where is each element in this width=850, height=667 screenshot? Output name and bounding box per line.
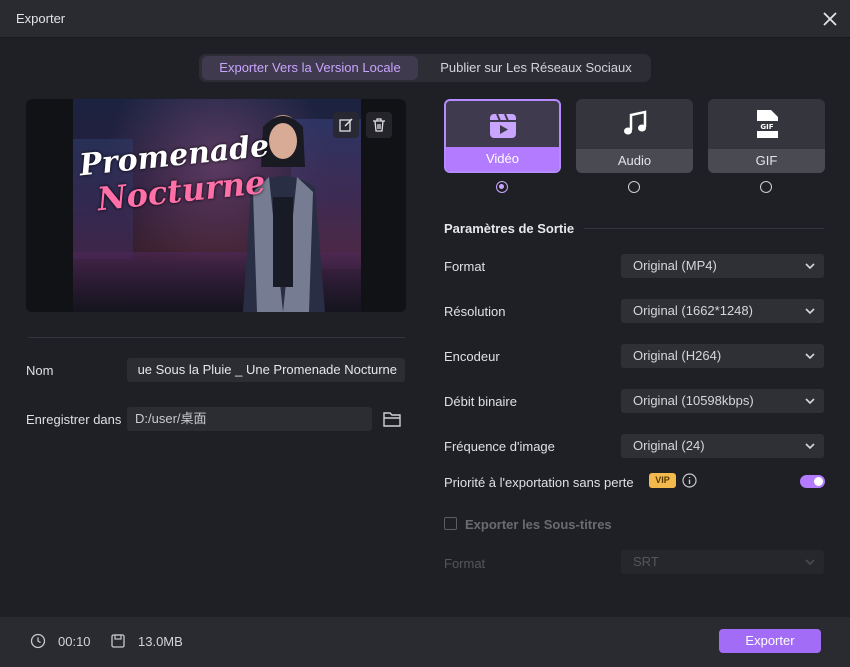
subtitle-format-value: SRT — [633, 554, 659, 569]
framerate-label: Fréquence d'image — [444, 439, 555, 454]
title-artwork: Promenade Nocturne — [78, 129, 271, 219]
tab-social-publish[interactable]: Publier sur Les Réseaux Sociaux — [425, 56, 647, 80]
lossless-priority-label: Priorité à l'exportation sans perte — [444, 475, 634, 490]
delete-cover-button[interactable] — [366, 112, 392, 138]
trash-icon — [373, 118, 385, 132]
format-card-audio-label: Audio — [576, 149, 693, 173]
tab-local-export[interactable]: Exporter Vers la Version Locale — [202, 56, 418, 80]
vip-badge: VIP — [649, 473, 676, 488]
title-bar: Exporter — [0, 0, 850, 38]
chevron-down-icon — [805, 308, 815, 315]
encoder-select[interactable]: Original (H264) — [621, 344, 824, 368]
resolution-select[interactable]: Original (1662*1248) — [621, 299, 824, 323]
format-label: Format — [444, 259, 486, 274]
clock-icon — [30, 633, 46, 649]
bitrate-value: Original (10598kbps) — [633, 393, 754, 408]
name-label: Nom — [26, 363, 54, 378]
format-card-video-label: Vidéo — [446, 147, 559, 171]
encoder-value: Original (H264) — [633, 348, 722, 363]
export-subtitles-checkbox[interactable] — [444, 517, 457, 530]
radio-gif[interactable] — [760, 181, 772, 193]
framerate-select[interactable]: Original (24) — [621, 434, 824, 458]
framerate-value: Original (24) — [633, 438, 705, 453]
radio-audio[interactable] — [628, 181, 640, 193]
radio-video[interactable] — [496, 181, 508, 193]
duration-text: 00:10 — [58, 634, 91, 649]
lossless-toggle[interactable] — [800, 475, 825, 488]
chevron-down-icon — [805, 443, 815, 450]
gif-file-icon: GIF — [754, 110, 779, 138]
info-icon[interactable] — [682, 473, 697, 488]
svg-text:GIF: GIF — [760, 123, 773, 131]
format-card-gif[interactable]: GIF GIF — [708, 99, 825, 173]
subtitle-format-select[interactable]: SRT — [621, 550, 824, 574]
folder-icon[interactable] — [382, 410, 402, 428]
save-path-input[interactable]: D:/user/桌面 — [127, 407, 372, 431]
bitrate-label: Débit binaire — [444, 394, 517, 409]
export-button[interactable]: Exporter — [719, 629, 821, 653]
edit-cover-button[interactable] — [333, 112, 359, 138]
format-card-audio[interactable]: Audio — [576, 99, 693, 173]
output-settings-title: Paramètres de Sortie — [444, 221, 575, 236]
chevron-down-icon — [805, 559, 815, 566]
subtitle-format-label: Format — [444, 556, 486, 571]
resolution-label: Résolution — [444, 304, 506, 319]
chevron-down-icon — [805, 353, 815, 360]
video-preview: Promenade Nocturne — [26, 99, 406, 312]
edit-icon — [339, 118, 353, 132]
export-mode-tabs: Exporter Vers la Version Locale Publier … — [199, 54, 651, 82]
chevron-down-icon — [805, 398, 815, 405]
file-size-icon — [111, 634, 125, 648]
export-subtitles-label: Exporter les Sous-titres — [465, 517, 612, 532]
format-select[interactable]: Original (MP4) — [621, 254, 824, 278]
music-note-icon — [623, 110, 646, 135]
chevron-down-icon — [805, 263, 815, 270]
format-value: Original (MP4) — [633, 258, 717, 273]
bitrate-select[interactable]: Original (10598kbps) — [621, 389, 824, 413]
format-card-video[interactable]: Vidéo — [444, 99, 561, 173]
save-location-label: Enregistrer dans — [26, 412, 122, 427]
resolution-value: Original (1662*1248) — [633, 303, 753, 318]
file-size-text: 13.0MB — [138, 634, 183, 649]
name-input[interactable]: ue Sous la Pluie _ Une Promenade Nocturn… — [127, 358, 405, 382]
divider — [28, 337, 405, 338]
window-title: Exporter — [16, 11, 66, 26]
section-divider — [584, 228, 824, 229]
footer-bar: 00:10 13.0MB Exporter — [0, 617, 850, 667]
format-card-gif-label: GIF — [708, 149, 825, 173]
preview-thumbnail: Promenade Nocturne — [73, 99, 361, 312]
video-clapper-icon — [489, 113, 516, 138]
encoder-label: Encodeur — [444, 349, 500, 364]
close-icon[interactable] — [820, 9, 840, 29]
